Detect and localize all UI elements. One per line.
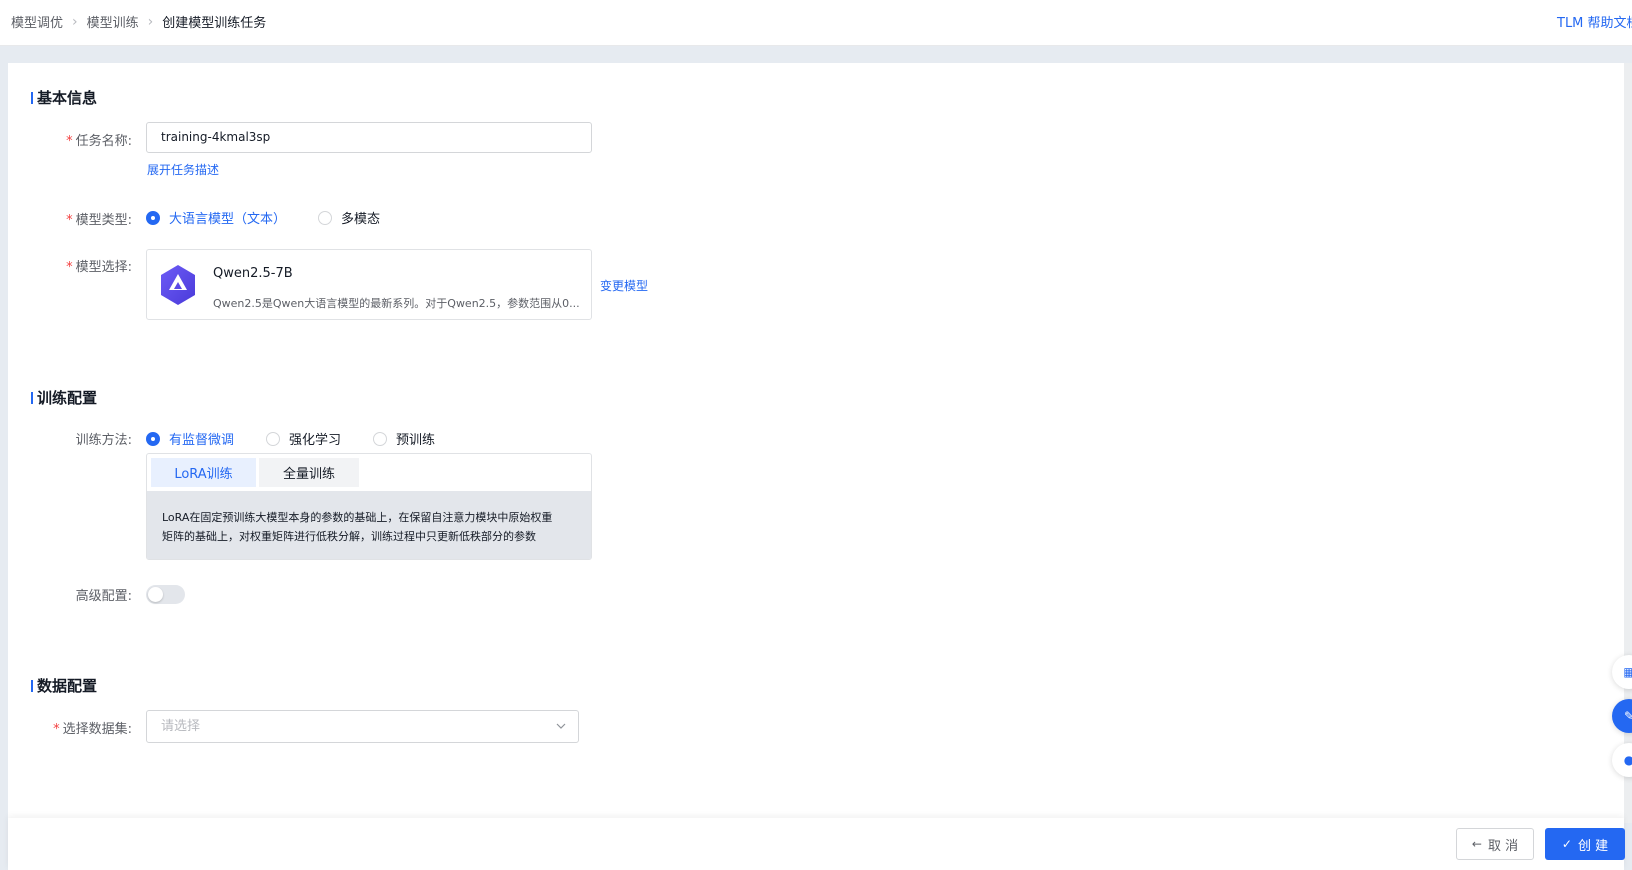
radio-sft[interactable]: 有监督微调 bbox=[146, 429, 234, 448]
radio-multimodal[interactable]: 多模态 bbox=[318, 208, 380, 227]
model-type-radio-group: 大语言模型（文本） 多模态 bbox=[146, 208, 412, 227]
tab-full-training[interactable]: 全量训练 bbox=[259, 458, 359, 487]
required-mark: * bbox=[66, 134, 73, 149]
dataset-select[interactable]: 请选择 bbox=[146, 710, 579, 743]
section-train-config-title: 训练配置 bbox=[37, 389, 98, 407]
section-bar bbox=[31, 679, 33, 692]
radio-dot bbox=[146, 431, 160, 446]
section-bar bbox=[31, 391, 33, 404]
change-model-link[interactable]: 变更模型 bbox=[600, 277, 648, 294]
breadcrumb-model-training[interactable]: 模型训练 bbox=[87, 12, 139, 31]
train-type-tabs: LoRA训练 全量训练 LoRA在固定预训练大模型本身的参数的基础上，在保留自注… bbox=[146, 453, 592, 560]
radio-dot bbox=[373, 431, 388, 446]
section-basic-info: 基本信息 bbox=[31, 87, 97, 108]
section-train-config: 训练配置 bbox=[31, 387, 97, 408]
create-button[interactable]: ✓ 创 建 bbox=[1545, 828, 1625, 860]
train-method-label: 训练方法: bbox=[75, 433, 132, 448]
advanced-config-switch[interactable] bbox=[146, 585, 185, 604]
qwen-logo-icon bbox=[161, 265, 195, 305]
section-data-config-title: 数据配置 bbox=[37, 677, 98, 695]
tab-description: LoRA在固定预训练大模型本身的参数的基础上，在保留自注意力模块中原始权重 矩阵… bbox=[147, 491, 591, 559]
dataset-label: * 选择数据集: bbox=[53, 722, 132, 737]
required-mark: * bbox=[53, 722, 60, 737]
tab-lora[interactable]: LoRA训练 bbox=[151, 458, 256, 487]
section-data-config: 数据配置 bbox=[31, 675, 97, 696]
radio-dot bbox=[266, 431, 281, 446]
model-name: Qwen2.5-7B bbox=[213, 266, 293, 281]
breadcrumb-current: 创建模型训练任务 bbox=[162, 16, 267, 31]
model-type-label: * 模型类型: bbox=[66, 213, 132, 228]
task-name-label: * 任务名称: bbox=[66, 134, 132, 149]
chevron-right-icon: › bbox=[147, 13, 154, 30]
chevron-right-icon: › bbox=[72, 13, 78, 30]
cancel-button[interactable]: ← 取 消 bbox=[1456, 828, 1534, 860]
section-basic-info-title: 基本信息 bbox=[37, 89, 98, 107]
top-bar: 模型调优 › 模型训练 › 创建模型训练任务 TLM 帮助文档 bbox=[0, 0, 1632, 46]
train-method-radio-group: 有监督微调 强化学习 预训练 bbox=[146, 429, 467, 448]
check-icon: ✓ bbox=[1561, 837, 1572, 851]
dataset-select-placeholder: 请选择 bbox=[161, 719, 201, 734]
radio-dot bbox=[318, 210, 333, 225]
model-description: Qwen2.5是Qwen大语言模型的最新系列。对于Qwen2.5，参数范围从0.… bbox=[213, 297, 580, 310]
model-select-label: * 模型选择: bbox=[66, 260, 132, 275]
form-card: 基本信息 * 任务名称: training-4kmal3sp 展开任务描述 * 模型… bbox=[8, 63, 1624, 823]
radio-rl[interactable]: 强化学习 bbox=[266, 429, 341, 448]
radio-llm-text[interactable]: 大语言模型（文本） bbox=[146, 208, 286, 227]
arrow-left-icon: ← bbox=[1471, 837, 1482, 851]
required-mark: * bbox=[66, 260, 73, 275]
switch-knob bbox=[148, 587, 163, 602]
breadcrumb-model-tuning[interactable]: 模型调优 bbox=[11, 12, 63, 31]
help-docs-link[interactable]: TLM 帮助文档 bbox=[1557, 12, 1632, 31]
advanced-config-label: 高级配置: bbox=[75, 589, 132, 604]
breadcrumb: 模型调优 › 模型训练 › 创建模型训练任务 bbox=[11, 12, 267, 32]
tab-description-line: 矩阵的基础上，对权重矩阵进行低秩分解，训练过程中只更新低秩部分的参数 bbox=[162, 530, 536, 543]
task-name-input[interactable]: training-4kmal3sp bbox=[146, 122, 592, 153]
section-bar bbox=[31, 91, 33, 104]
radio-dot bbox=[146, 210, 160, 225]
tab-description-line: LoRA在固定预训练大模型本身的参数的基础上，在保留自注意力模块中原始权重 bbox=[162, 511, 553, 524]
footer-bar: ← 取 消 ✓ 创 建 bbox=[8, 818, 1625, 870]
model-card[interactable]: Qwen2.5-7B Qwen2.5是Qwen大语言模型的最新系列。对于Qwen… bbox=[146, 249, 592, 320]
radio-pretrain[interactable]: 预训练 bbox=[373, 429, 435, 448]
chevron-down-icon bbox=[556, 723, 566, 729]
expand-task-desc-link[interactable]: 展开任务描述 bbox=[147, 161, 219, 178]
required-mark: * bbox=[66, 213, 73, 228]
